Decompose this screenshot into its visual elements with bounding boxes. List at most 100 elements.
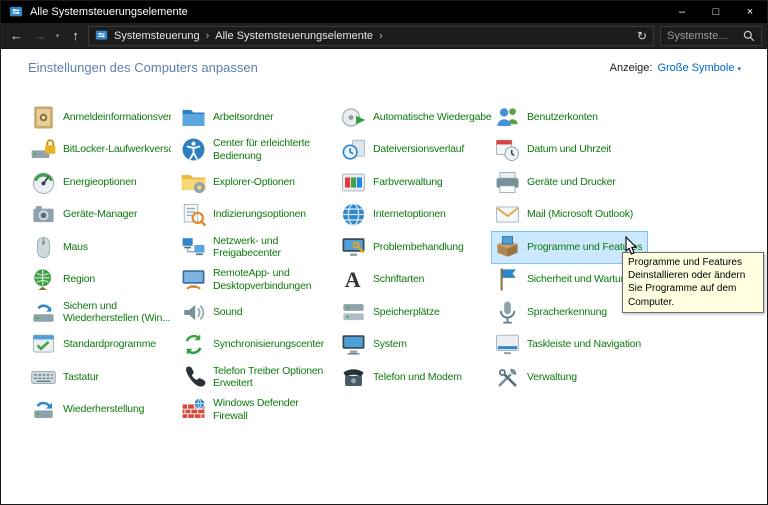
- credential-manager-icon: [30, 104, 57, 131]
- internet-options-icon: [340, 201, 367, 228]
- control-panel-item-bitlocker[interactable]: BitLocker-Laufwerkversch...: [27, 133, 177, 166]
- control-panel-item-firewall[interactable]: Windows Defender Firewall: [177, 393, 305, 426]
- region-icon: [30, 266, 57, 293]
- item-label: Energieoptionen: [63, 175, 137, 188]
- fonts-icon: A: [340, 266, 367, 293]
- item-label: Spracherkennung: [527, 305, 607, 318]
- view-label: Anzeige:: [609, 61, 653, 74]
- view-dropdown[interactable]: Große Symbole ▾: [657, 62, 741, 74]
- programs-features-icon: [494, 234, 521, 261]
- control-panel-item-region[interactable]: Region: [27, 263, 101, 296]
- mouse-icon: [30, 234, 57, 261]
- svg-text:A: A: [345, 267, 361, 292]
- control-panel-item-taskbar[interactable]: Taskleiste und Navigation: [491, 328, 647, 361]
- control-panel-item-storage-spaces[interactable]: Speicherplätze: [337, 296, 446, 329]
- window-title: Alle Systemsteuerungselemente: [30, 6, 188, 18]
- titlebar[interactable]: Alle Systemsteuerungselemente – □ ×: [1, 1, 767, 23]
- control-panel-item-ease-of-access[interactable]: Center für erleichterte Bedienung: [177, 133, 316, 166]
- control-panel-item-phone-modem[interactable]: Telefon und Modem: [337, 361, 468, 394]
- system-icon: [340, 331, 367, 358]
- control-panel-item-security-maintenance[interactable]: Sicherheit und Wartung: [491, 263, 638, 296]
- tooltip-title: Programme und Features: [628, 257, 742, 268]
- file-history-icon: [340, 136, 367, 163]
- control-panel-item-sync-center[interactable]: Synchronisierungscenter: [177, 328, 330, 361]
- item-label: Telefon und Modem: [373, 370, 462, 383]
- admin-tools-icon: [494, 364, 521, 391]
- control-panel-item-troubleshooting[interactable]: Problembehandlung: [337, 231, 470, 264]
- control-panel-item-mouse[interactable]: Maus: [27, 231, 94, 264]
- control-panel-item-speech-recognition[interactable]: Spracherkennung: [491, 296, 613, 329]
- backup-restore-icon: [30, 299, 57, 326]
- item-label: Telefon Treiber Optionen Erweitert: [213, 364, 324, 390]
- breadcrumb-chevron-icon[interactable]: ›: [379, 30, 383, 42]
- item-label: Explorer-Optionen: [213, 175, 295, 188]
- refresh-icon[interactable]: ↻: [637, 29, 647, 43]
- breadcrumb-systemsteuerung[interactable]: Systemsteuerung: [114, 30, 200, 42]
- control-panel-item-color-management[interactable]: Farbverwaltung: [337, 166, 449, 199]
- control-panel-item-date-time[interactable]: Datum und Uhrzeit: [491, 133, 617, 166]
- item-label: Maus: [63, 240, 88, 253]
- control-panel-item-keyboard[interactable]: Tastatur: [27, 361, 105, 394]
- navigation-toolbar: ← → ▾ ↑ Systemsteuerung › Alle Systemste…: [1, 23, 767, 49]
- control-panel-item-credential-manager[interactable]: Anmeldeinformationsver...: [27, 101, 177, 134]
- control-panel-item-devices-printers[interactable]: Geräte und Drucker: [491, 166, 622, 199]
- phone-modem-icon: [340, 364, 367, 391]
- search-box[interactable]: Systemste...: [660, 25, 762, 46]
- devices-printers-icon: [494, 169, 521, 196]
- taskbar-icon: [494, 331, 521, 358]
- page-title: Einstellungen des Computers anpassen: [28, 60, 258, 75]
- date-time-icon: [494, 136, 521, 163]
- item-label: BitLocker-Laufwerkversch...: [63, 143, 171, 156]
- control-panel-item-sound[interactable]: Sound: [177, 296, 248, 329]
- item-label: Sicherheit und Wartung: [527, 273, 632, 286]
- item-label: Dateiversionsverlauf: [373, 143, 465, 156]
- control-panel-item-fonts[interactable]: A Schriftarten: [337, 263, 430, 296]
- control-panel-item-file-history[interactable]: Dateiversionsverlauf: [337, 133, 470, 166]
- search-input[interactable]: Systemste...: [667, 30, 739, 42]
- up-icon[interactable]: ↑: [65, 29, 86, 42]
- address-bar[interactable]: Systemsteuerung › Alle Systemsteuerungse…: [88, 25, 654, 46]
- control-panel-item-remoteapp[interactable]: RemoteApp- und Desktopverbindungen: [177, 263, 317, 296]
- storage-spaces-icon: [340, 299, 367, 326]
- recent-locations-chevron-icon[interactable]: ▾: [52, 32, 63, 40]
- content-area: Einstellungen des Computers anpassen Anz…: [1, 49, 767, 504]
- minimize-button[interactable]: –: [665, 1, 699, 23]
- control-panel-item-internet-options[interactable]: Internetoptionen: [337, 198, 452, 231]
- close-button[interactable]: ×: [733, 1, 767, 23]
- tooltip: Programme und Features Deinstallieren od…: [622, 252, 764, 313]
- work-folders-icon: [180, 104, 207, 131]
- autoplay-icon: [340, 104, 367, 131]
- back-icon[interactable]: ←: [6, 29, 27, 42]
- breadcrumb-chevron-icon[interactable]: ›: [206, 30, 210, 42]
- control-panel-item-mail[interactable]: Mail (Microsoft Outlook): [491, 198, 639, 231]
- item-label: Verwaltung: [527, 370, 577, 383]
- bitlocker-icon: [30, 136, 57, 163]
- control-panel-item-admin-tools[interactable]: Verwaltung: [491, 361, 583, 394]
- sound-icon: [180, 299, 207, 326]
- control-panel-item-device-manager[interactable]: Geräte-Manager: [27, 198, 143, 231]
- control-panel-item-autoplay[interactable]: Automatische Wiedergabe: [337, 101, 492, 134]
- control-panel-item-explorer-options[interactable]: Explorer-Optionen: [177, 166, 301, 199]
- control-panel-item-system[interactable]: System: [337, 328, 413, 361]
- maximize-button[interactable]: □: [699, 1, 733, 23]
- item-label: Region: [63, 273, 96, 286]
- control-panel-item-recovery[interactable]: Wiederherstellung: [27, 393, 150, 426]
- control-panel-item-power-options[interactable]: Energieoptionen: [27, 166, 142, 199]
- control-panel-item-network-sharing[interactable]: Netzwerk- und Freigabecenter: [177, 231, 287, 264]
- explorer-options-icon: [180, 169, 207, 196]
- item-label: Internetoptionen: [373, 208, 446, 221]
- forward-icon[interactable]: →: [29, 29, 50, 42]
- content-header: Einstellungen des Computers anpassen Anz…: [1, 49, 767, 75]
- control-panel-item-indexing-options[interactable]: Indizierungsoptionen: [177, 198, 312, 231]
- control-panel-item-user-accounts[interactable]: Benutzerkonten: [491, 101, 604, 134]
- breadcrumb-alle-systemsteuerungselemente[interactable]: Alle Systemsteuerungselemente: [215, 30, 373, 42]
- item-label: Automatische Wiedergabe: [373, 110, 492, 123]
- item-label: Mail (Microsoft Outlook): [527, 208, 634, 221]
- keyboard-icon: [30, 364, 57, 391]
- control-panel-item-backup-restore[interactable]: Sichern und Wiederherstellen (Win...: [27, 296, 176, 329]
- control-panel-item-phone-driver[interactable]: Telefon Treiber Optionen Erweitert: [177, 361, 329, 394]
- control-panel-icon[interactable]: [9, 5, 23, 19]
- control-panel-item-default-programs[interactable]: Standardprogramme: [27, 328, 162, 361]
- control-panel-item-work-folders[interactable]: Arbeitsordner: [177, 101, 279, 134]
- view-selector: Anzeige: Große Symbole ▾: [610, 62, 741, 74]
